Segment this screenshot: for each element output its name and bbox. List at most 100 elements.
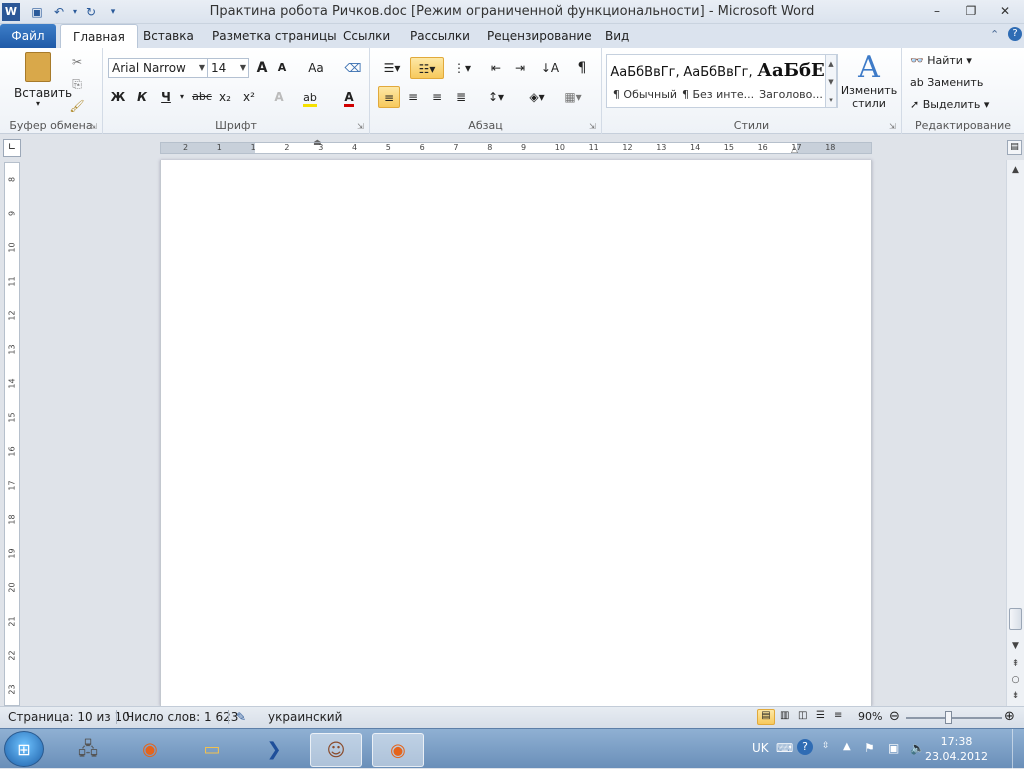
paste-button[interactable]: Вставить ▾: [14, 52, 72, 110]
close-button[interactable]: ✕: [992, 3, 1018, 21]
underline-dropdown-icon[interactable]: ▾: [177, 86, 187, 108]
document-page[interactable]: [160, 160, 872, 706]
language-indicator[interactable]: украинский: [268, 710, 342, 724]
outline-icon[interactable]: ☰: [816, 710, 825, 721]
replace-button[interactable]: ab Заменить: [910, 72, 983, 94]
tab-home[interactable]: Главная: [60, 24, 138, 48]
tab-mailings[interactable]: Рассылки: [398, 24, 482, 48]
input-language[interactable]: UK: [752, 741, 769, 755]
numbering-icon[interactable]: ☷▾: [410, 57, 444, 79]
view-ruler-icon[interactable]: ▤: [1007, 140, 1022, 155]
tab-review[interactable]: Рецензирование: [475, 24, 604, 48]
grow-font-button[interactable]: A: [253, 57, 271, 79]
font-launcher-icon[interactable]: ⇲: [357, 122, 366, 131]
format-painter-icon[interactable]: 🖌: [68, 95, 86, 117]
zoom-slider-track[interactable]: [906, 717, 1002, 719]
increase-indent-icon[interactable]: ⇥: [510, 57, 530, 79]
volume-muted-icon[interactable]: 🔈: [910, 741, 925, 755]
zoom-out-icon[interactable]: ⊖: [889, 709, 900, 724]
help-icon[interactable]: ?: [1008, 27, 1022, 41]
bullets-icon[interactable]: ☰▾: [378, 57, 406, 79]
sort-icon[interactable]: ↓A: [540, 57, 560, 79]
cut-icon[interactable]: ✂: [68, 51, 86, 73]
network-icon[interactable]: ▣: [888, 741, 899, 755]
justify-icon[interactable]: ≣: [450, 86, 472, 108]
clipboard-launcher-icon[interactable]: ⇲: [90, 122, 99, 131]
italic-button[interactable]: К: [133, 86, 151, 108]
prev-page-icon[interactable]: ⇞: [1007, 656, 1024, 672]
explorer-icon[interactable]: ▭: [186, 733, 238, 767]
align-center-icon[interactable]: ≡: [402, 86, 424, 108]
paragraph-launcher-icon[interactable]: ⇲: [589, 122, 598, 131]
select-button[interactable]: ➚ Выделить ▾: [910, 94, 989, 116]
highlighter-icon[interactable]: ab: [299, 86, 321, 108]
server-manager-icon[interactable]: 🖧: [62, 733, 114, 767]
vertical-scrollbar[interactable]: ▲ ▼ ⇞ ○ ⇟: [1006, 160, 1024, 706]
shrink-font-button[interactable]: A: [273, 57, 291, 79]
align-left-icon[interactable]: ≡: [378, 86, 400, 108]
multilevel-list-icon[interactable]: ⋮▾: [448, 57, 476, 79]
page-count[interactable]: Страница: 10 из 10: [8, 710, 130, 724]
show-marks-button[interactable]: ¶: [572, 57, 592, 79]
change-case-button[interactable]: Aa: [303, 57, 329, 79]
copy-icon[interactable]: ⎘: [68, 73, 86, 95]
print-layout-icon[interactable]: ▤: [757, 709, 775, 725]
style-normal[interactable]: АаБбВвГг, ¶ Обычный: [609, 55, 681, 107]
web-layout-icon[interactable]: ◫: [798, 710, 807, 721]
zoom-level[interactable]: 90%: [858, 710, 882, 723]
clear-formatting-icon[interactable]: ⌫: [343, 57, 363, 79]
superscript-button[interactable]: x²: [239, 86, 259, 108]
style-heading[interactable]: АаБбЕ Заголово...: [755, 55, 827, 107]
draft-icon[interactable]: ≡: [834, 710, 842, 721]
keyboard-icon[interactable]: ⌨: [776, 741, 793, 755]
line-spacing-icon[interactable]: ↕▾: [482, 86, 510, 108]
vertical-ruler[interactable]: 8 9 10 11 12 13 14 15 16 17 18 19 20 21 22 23: [4, 162, 20, 706]
shading-icon[interactable]: ◈▾: [522, 86, 552, 108]
font-name-combo[interactable]: Arial Narrow ▼: [108, 58, 208, 78]
show-desktop-button[interactable]: [1012, 729, 1024, 769]
start-button[interactable]: ⊞: [4, 731, 44, 767]
browse-object-icon[interactable]: ○: [1007, 672, 1024, 688]
tab-page-layout[interactable]: Разметка страницы: [200, 24, 349, 48]
scroll-thumb[interactable]: [1009, 608, 1022, 630]
underline-button[interactable]: Ч: [157, 86, 175, 108]
maximize-button[interactable]: ❐: [958, 3, 984, 21]
clock[interactable]: 17:38 23.04.2012: [925, 734, 988, 764]
font-size-combo[interactable]: 14 ▼: [207, 58, 249, 78]
tab-view[interactable]: Вид: [593, 24, 641, 48]
style-no-spacing[interactable]: АаБбВвГг, ¶ Без инте...: [682, 55, 754, 107]
minimize-ribbon-icon[interactable]: ⌃: [990, 28, 999, 41]
bold-button[interactable]: Ж: [109, 86, 127, 108]
full-screen-icon[interactable]: ▥: [780, 710, 789, 721]
align-right-icon[interactable]: ≡: [426, 86, 448, 108]
powershell-icon[interactable]: ❯: [248, 733, 300, 767]
styles-scroll[interactable]: ▲ ▼ ▾: [825, 54, 837, 108]
zoom-in-icon[interactable]: ⊕: [1004, 709, 1015, 724]
subscript-button[interactable]: x₂: [215, 86, 235, 108]
tab-file[interactable]: Файл: [0, 24, 56, 48]
styles-launcher-icon[interactable]: ⇲: [889, 122, 898, 131]
find-button[interactable]: 👓 Найти ▾: [910, 50, 972, 72]
tab-selector-icon[interactable]: ∟: [3, 139, 21, 157]
word-count[interactable]: Число слов: 1 623: [126, 710, 238, 724]
action-center-icon[interactable]: ⚑: [864, 741, 875, 755]
user-app-icon[interactable]: ☺: [310, 733, 362, 767]
firefox-active-icon[interactable]: ◉: [372, 733, 424, 767]
next-page-icon[interactable]: ⇟: [1007, 688, 1024, 704]
show-hidden-icons[interactable]: ▲: [843, 741, 851, 752]
tab-insert[interactable]: Вставка: [131, 24, 206, 48]
font-color-icon[interactable]: A: [339, 86, 359, 108]
horizontal-ruler[interactable]: ⏏ △ 2 1 1 2 3 4 5 6 7 8 9 10 11 12 13 14 15 16 17 18: [160, 138, 872, 155]
scroll-up-icon[interactable]: ▲: [1007, 162, 1024, 178]
change-styles-button[interactable]: A Изменить стили: [840, 52, 898, 111]
firefox-icon[interactable]: ◉: [124, 733, 176, 767]
strikethrough-button[interactable]: abc: [191, 86, 213, 108]
minimize-button[interactable]: –: [924, 3, 950, 21]
proofing-icon[interactable]: ✎: [236, 710, 246, 724]
tray-options-icon[interactable]: ⇳: [822, 741, 830, 751]
zoom-slider-thumb[interactable]: [945, 711, 952, 724]
text-effects-icon[interactable]: A: [269, 86, 289, 108]
scroll-down-icon[interactable]: ▼: [1007, 638, 1024, 654]
borders-icon[interactable]: ▦▾: [558, 86, 588, 108]
help-tray-icon[interactable]: ?: [797, 739, 813, 755]
